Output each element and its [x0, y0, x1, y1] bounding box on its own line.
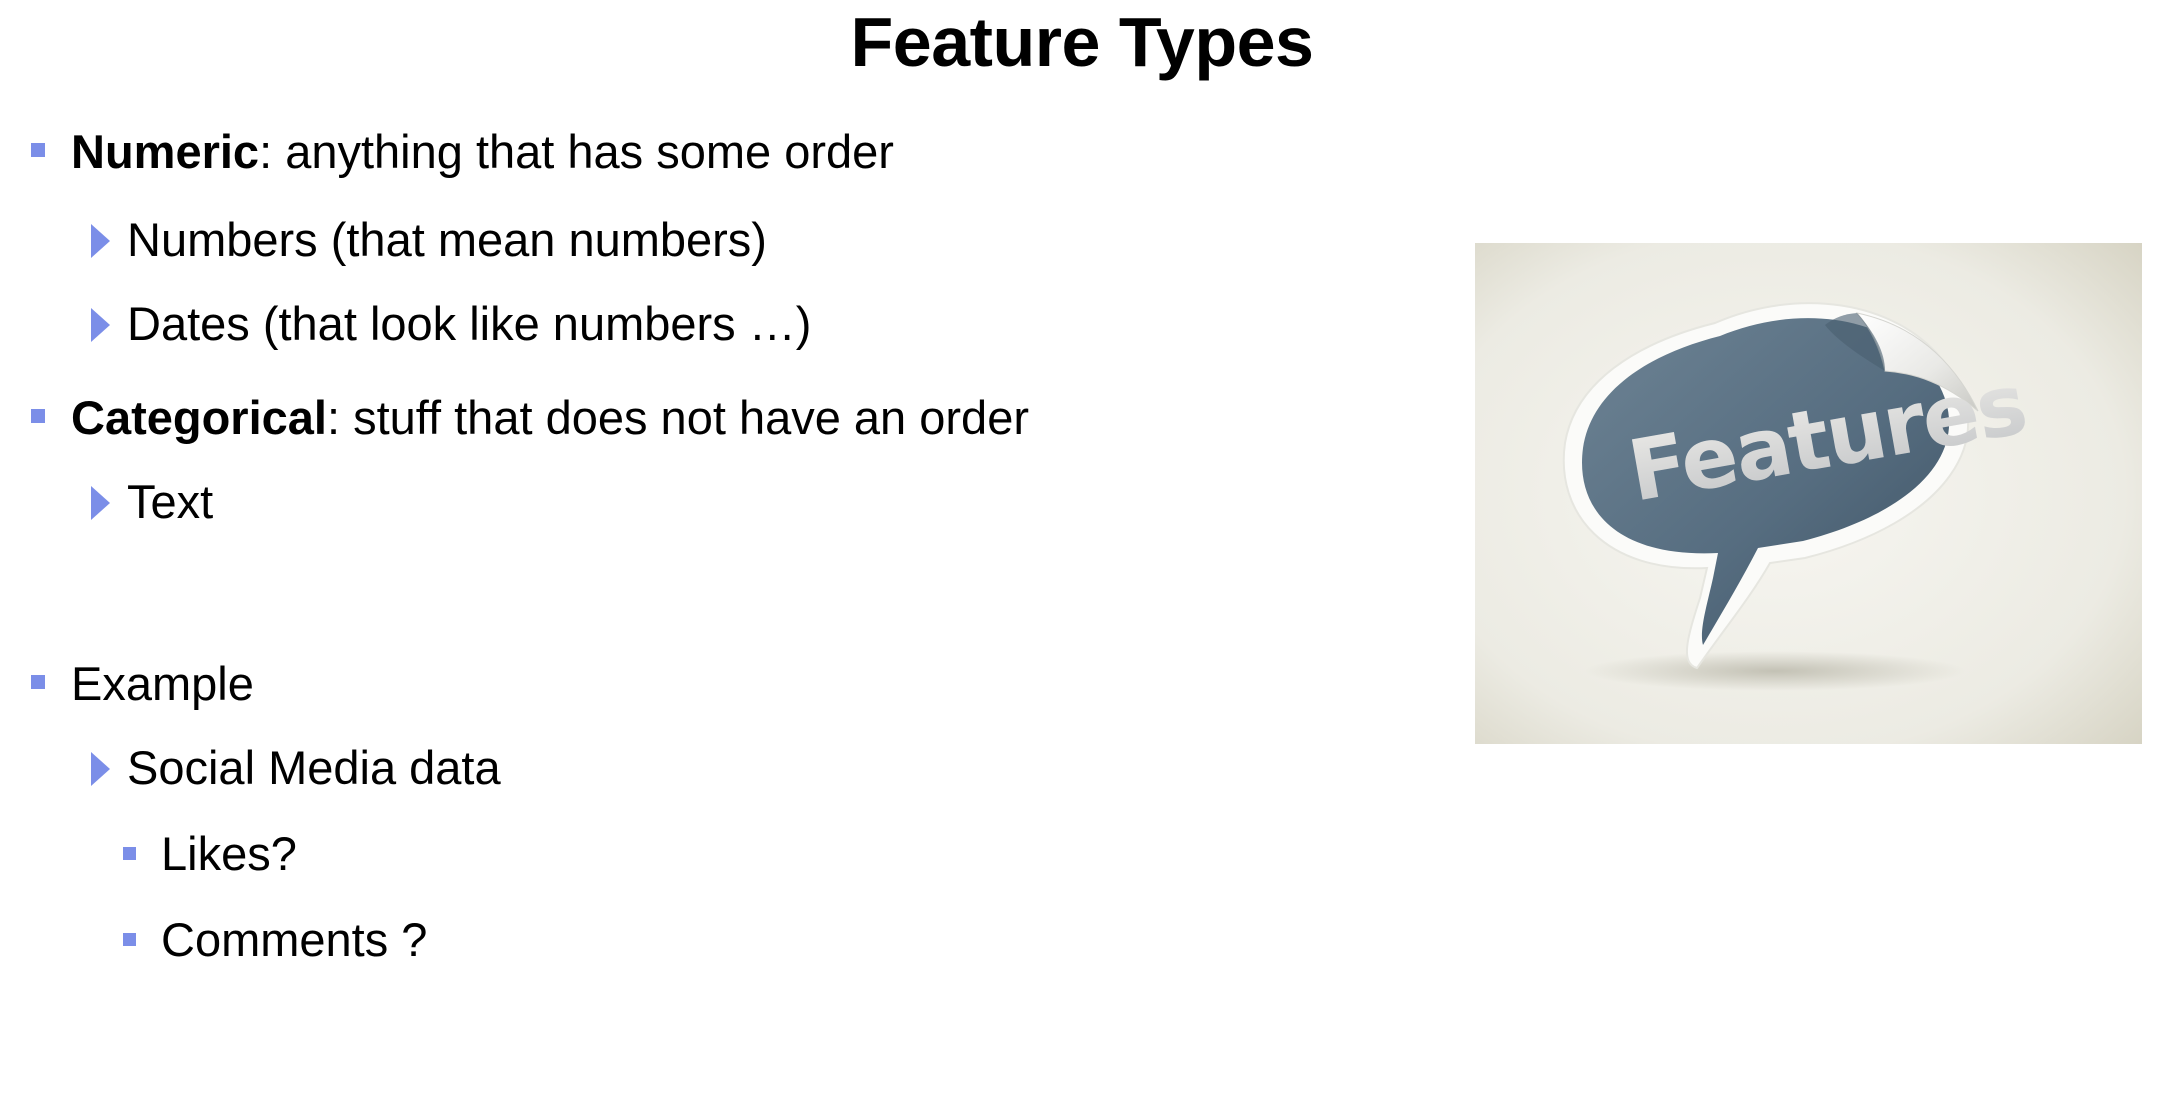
sub-bullet-social-media: Social Media data: [127, 741, 501, 794]
bullet-triangle-icon: [91, 224, 110, 258]
bullet-triangle-icon: [91, 752, 110, 786]
bullet-square-icon: [123, 933, 136, 946]
bullet-square-icon: [31, 675, 45, 689]
speech-bubble-sticker-image: Features: [1475, 243, 2142, 744]
sub-sub-bullet-comments: Comments ?: [161, 913, 428, 966]
bullet-numeric-text: : anything that has some order: [259, 125, 894, 178]
sub-bullet-numbers: Numbers (that mean numbers): [127, 213, 767, 266]
bullet-square-icon: [31, 143, 45, 157]
slide-title: Feature Types: [850, 3, 1314, 81]
bullet-triangle-icon: [91, 308, 110, 342]
slide: Feature Types Numeric: anything that has…: [0, 0, 2164, 1102]
sub-sub-bullet-likes: Likes?: [161, 827, 297, 880]
bullet-numeric: Numeric: anything that has some order: [71, 124, 894, 180]
sub-bullet-text: Text: [127, 475, 214, 528]
bullet-numeric-term: Numeric: [71, 125, 260, 178]
bullet-square-icon: [31, 409, 45, 423]
bullet-example: Example: [71, 657, 254, 710]
bullet-triangle-icon: [91, 486, 110, 520]
bullet-square-icon: [123, 847, 136, 860]
sub-bullet-dates: Dates (that look like numbers …): [127, 297, 812, 350]
bullet-categorical-term: Categorical: [71, 391, 327, 444]
bullet-categorical-text: : stuff that does not have an order: [326, 391, 1029, 444]
bullet-categorical: Categorical: stuff that does not have an…: [71, 390, 1029, 446]
